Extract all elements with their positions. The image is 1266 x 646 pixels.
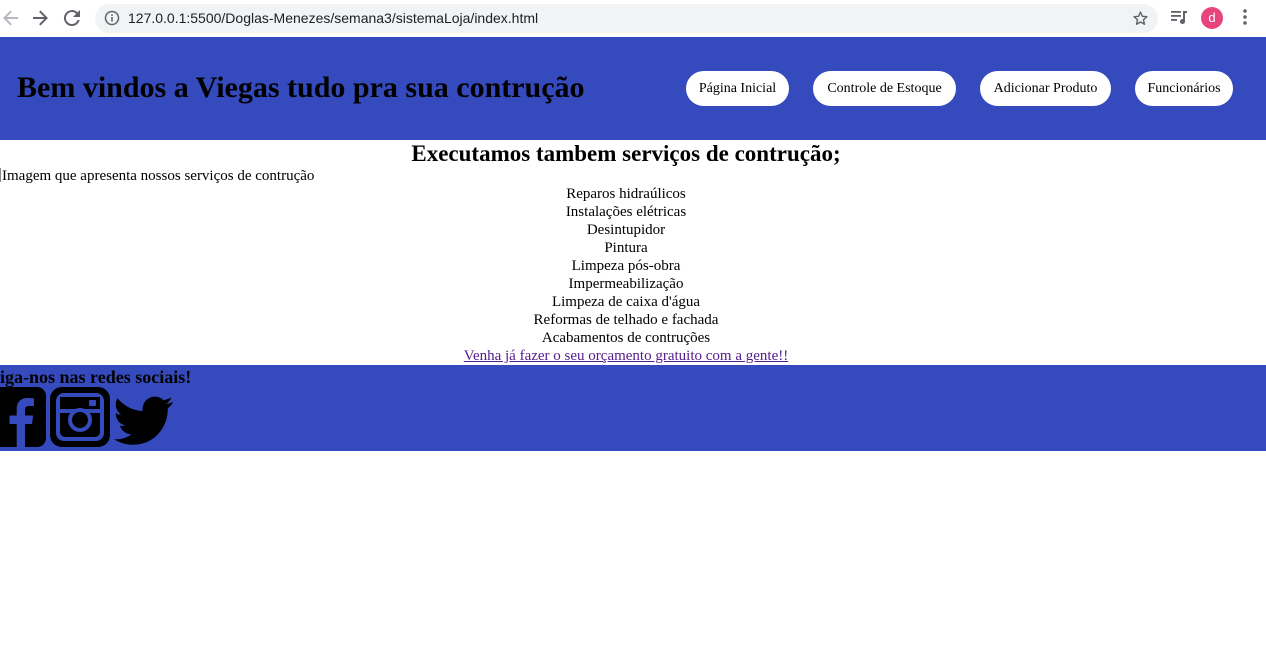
url-text[interactable]: 127.0.0.1:5500/Doglas-Menezes/semana3/si…	[128, 4, 538, 33]
site-header: Bem vindos a Viegas tudo pra sua contruç…	[0, 37, 1266, 140]
service-item: Instalações elétricas	[565, 204, 687, 220]
service-item: Reparos hidraúlicos	[566, 186, 686, 202]
nav-home-button[interactable]: Página Inicial	[686, 71, 789, 106]
twitter-icon[interactable]	[114, 391, 174, 451]
facebook-icon[interactable]	[0, 387, 46, 447]
free-quote-link[interactable]: Venha já fazer o seu orçamento gratuito …	[464, 348, 788, 364]
address-bar[interactable]: 127.0.0.1:5500/Doglas-Menezes/semana3/si…	[95, 4, 1158, 33]
service-item: Limpeza de caixa d'água	[551, 294, 701, 310]
social-heading: Siga-nos nas redes sociais!	[0, 367, 192, 387]
bookmark-star-icon[interactable]	[1132, 10, 1149, 27]
browser-toolbar: 127.0.0.1:5500/Doglas-Menezes/semana3/si…	[0, 0, 1266, 37]
services-heading: Executamos tambem serviços de contrução;	[411, 141, 841, 166]
services-image: Imagem que apresenta nossos serviços de …	[0, 167, 314, 185]
services-image-alt-text: Imagem que apresenta nossos serviços de …	[2, 168, 315, 184]
service-item: Impermeabilização	[568, 276, 684, 292]
instagram-icon[interactable]	[50, 387, 110, 447]
back-arrow-icon	[3, 10, 18, 26]
more-menu-icon[interactable]	[1236, 8, 1254, 26]
service-item: Acabamentos de contruções	[541, 330, 711, 346]
back-button[interactable]	[0, 7, 22, 29]
service-item: Reformas de telhado e fachada	[533, 312, 719, 328]
service-item: Pintura	[604, 240, 648, 256]
media-queue-icon[interactable]	[1170, 8, 1188, 26]
profile-avatar[interactable]: d	[1201, 7, 1223, 29]
site-title: Bem vindos a Viegas tudo pra sua contruç…	[17, 71, 585, 104]
info-icon[interactable]	[104, 10, 120, 26]
nav-add-product-button[interactable]: Adicionar Produto	[980, 71, 1111, 106]
nav-stock-control-button[interactable]: Controle de Estoque	[813, 71, 956, 106]
reload-icon	[63, 10, 80, 27]
services-list: Reparos hidraúlicos Instalações elétrica…	[0, 185, 1252, 347]
service-item: Desintupidor	[586, 222, 666, 238]
nav-employees-button[interactable]: Funcionários	[1135, 71, 1233, 106]
site-footer: Siga-nos nas redes sociais!	[0, 365, 1266, 451]
reload-button[interactable]	[61, 7, 83, 29]
forward-button[interactable]	[29, 7, 51, 29]
service-item: Limpeza pós-obra	[571, 258, 681, 274]
quote-link-container: Venha já fazer o seu orçamento gratuito …	[0, 347, 1252, 365]
forward-arrow-icon	[33, 10, 48, 26]
